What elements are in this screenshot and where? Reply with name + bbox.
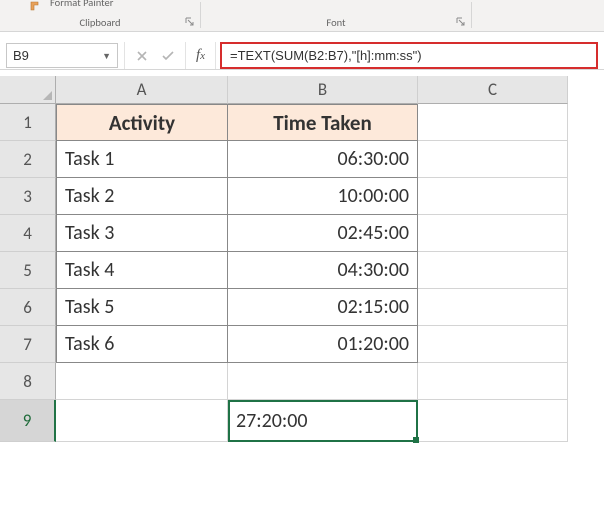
formula-input[interactable]: =TEXT(SUM(B2:B7),"[h]:mm:ss") (220, 42, 598, 69)
select-all-corner[interactable] (0, 76, 56, 104)
cell-C4[interactable] (418, 215, 568, 252)
cell-B9-selected[interactable]: 27:20:00 (228, 400, 418, 442)
formula-text: =TEXT(SUM(B2:B7),"[h]:mm:ss") (230, 48, 422, 63)
cell-A2[interactable]: Task 1 (56, 141, 228, 178)
clipboard-dialog-launcher-icon[interactable] (184, 16, 196, 28)
cell-A1[interactable]: Activity (56, 104, 228, 141)
format-painter-icon (30, 0, 42, 10)
format-painter-label[interactable]: Format Painter (50, 0, 113, 9)
row-header[interactable]: 1 (0, 104, 56, 141)
cell-B6[interactable]: 02:15:00 (228, 289, 418, 326)
cell-C6[interactable] (418, 289, 568, 326)
cell-A6[interactable]: Task 5 (56, 289, 228, 326)
cell-A5[interactable]: Task 4 (56, 252, 228, 289)
ribbon-group-font: Font (201, 16, 471, 31)
grid-header-row: A B C (0, 76, 604, 104)
column-header-C[interactable]: C (418, 76, 568, 104)
cell-A3[interactable]: Task 2 (56, 178, 228, 215)
cell-C5[interactable] (418, 252, 568, 289)
ribbon-divider (471, 2, 472, 28)
cell-A9[interactable] (56, 400, 228, 442)
grid-body: 1 2 3 4 5 6 7 8 9 Activity Time Taken Ta… (0, 104, 604, 442)
row-header[interactable]: 5 (0, 252, 56, 289)
cell-B2[interactable]: 06:30:00 (228, 141, 418, 178)
cell-B7[interactable]: 01:20:00 (228, 326, 418, 363)
cell-C2[interactable] (418, 141, 568, 178)
cell-C7[interactable] (418, 326, 568, 363)
cell-A7[interactable]: Task 6 (56, 326, 228, 363)
font-dialog-launcher-icon[interactable] (455, 16, 467, 28)
enter-icon[interactable] (155, 42, 181, 69)
ribbon-fragment: Format Painter Clipboard Font (0, 0, 604, 32)
cell-C9[interactable] (418, 400, 568, 442)
cell-C3[interactable] (418, 178, 568, 215)
name-box[interactable]: B9 ▼ (6, 43, 118, 68)
row-headers: 1 2 3 4 5 6 7 8 9 (0, 104, 56, 442)
cell-C1[interactable] (418, 104, 568, 141)
ribbon-group-clipboard: Clipboard (0, 16, 200, 31)
cell-A4[interactable]: Task 3 (56, 215, 228, 252)
cancel-icon[interactable] (129, 42, 155, 69)
cells-area: Activity Time Taken Task 1 06:30:00 Task… (56, 104, 604, 442)
cell-B1[interactable]: Time Taken (228, 104, 418, 141)
column-header-A[interactable]: A (56, 76, 228, 104)
name-box-value: B9 (13, 48, 29, 63)
insert-function-icon[interactable]: fx (186, 42, 216, 69)
chevron-down-icon[interactable]: ▼ (102, 51, 111, 61)
formula-bar: B9 ▼ fx =TEXT(SUM(B2:B7),"[h]:mm:ss") (0, 42, 604, 70)
row-header[interactable]: 8 (0, 363, 56, 400)
row-header[interactable]: 2 (0, 141, 56, 178)
cell-A8[interactable] (56, 363, 228, 400)
row-header[interactable]: 7 (0, 326, 56, 363)
cell-B5[interactable]: 04:30:00 (228, 252, 418, 289)
row-header[interactable]: 3 (0, 178, 56, 215)
column-header-B[interactable]: B (228, 76, 418, 104)
cell-B4[interactable]: 02:45:00 (228, 215, 418, 252)
row-header[interactable]: 4 (0, 215, 56, 252)
cell-B8[interactable] (228, 363, 418, 400)
cell-C8[interactable] (418, 363, 568, 400)
cell-B3[interactable]: 10:00:00 (228, 178, 418, 215)
formula-bar-buttons (124, 42, 186, 69)
row-header-selected[interactable]: 9 (0, 400, 56, 442)
row-header[interactable]: 6 (0, 289, 56, 326)
